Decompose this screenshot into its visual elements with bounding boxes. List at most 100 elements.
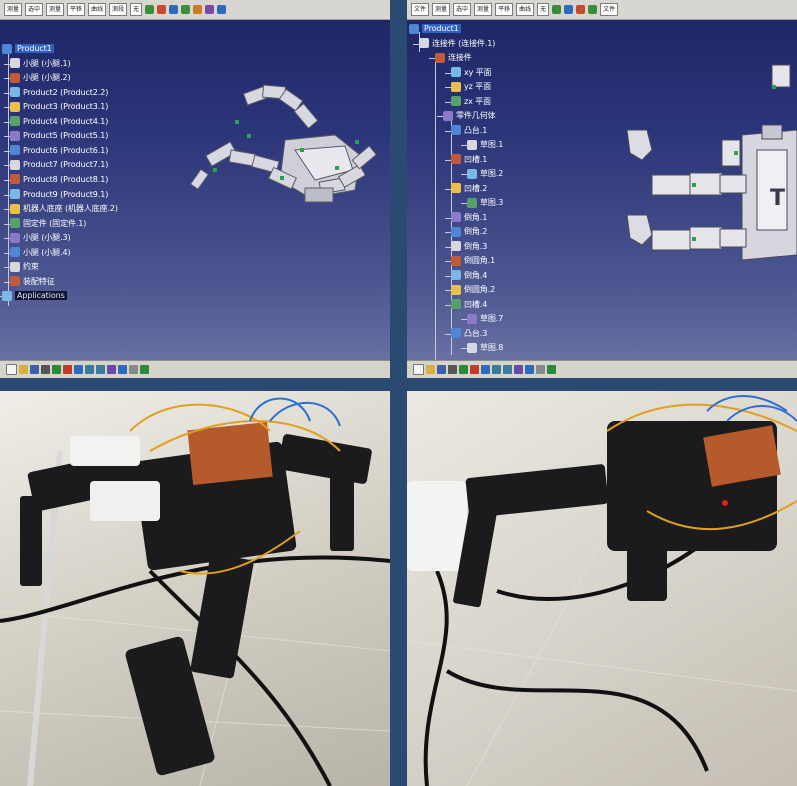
tree-node[interactable]: 约束	[10, 260, 39, 273]
tree-node[interactable]: 倒角.1	[451, 211, 487, 224]
open-icon[interactable]	[19, 365, 28, 374]
toolbar-combo[interactable]: 无	[537, 3, 550, 16]
toolbar-combo[interactable]: 平移	[67, 3, 86, 16]
tool-icon[interactable]	[193, 5, 203, 14]
tree-node-icon	[10, 232, 20, 243]
tree-node[interactable]: 连接件	[435, 51, 472, 64]
tree-node[interactable]: 倒圆角.2	[451, 283, 495, 296]
save-icon[interactable]	[437, 365, 446, 374]
zoom-out-icon[interactable]	[503, 365, 512, 374]
tree-node[interactable]: 凹槽.1	[451, 153, 487, 166]
toolbar-combo[interactable]: 测量	[432, 3, 451, 16]
tool-icon[interactable]	[552, 5, 562, 14]
tree-node[interactable]: Product7 (Product7.1)	[10, 158, 108, 171]
toolbar-combo[interactable]: 测量	[4, 3, 23, 16]
tree-node[interactable]: 草图.2	[467, 167, 503, 180]
swap-icon[interactable]	[140, 365, 149, 374]
tree-node[interactable]: zx 平面	[451, 95, 491, 108]
shading-icon[interactable]	[118, 365, 127, 374]
tree-node[interactable]: Product8 (Product8.1)	[10, 173, 108, 186]
toolbar-combo[interactable]: 曲线	[516, 3, 535, 16]
zoom-in-icon[interactable]	[85, 365, 94, 374]
toolbar-combo[interactable]: 测量	[474, 3, 493, 16]
tool-icon[interactable]	[157, 5, 167, 14]
tool-icon[interactable]	[576, 5, 586, 14]
zoom-in-icon[interactable]	[492, 365, 501, 374]
tree-node[interactable]: 小腿 (小腿.2)	[10, 71, 71, 84]
fit-all-icon[interactable]	[52, 365, 61, 374]
rotate-icon[interactable]	[74, 365, 83, 374]
tree-node[interactable]: Product1	[2, 42, 54, 55]
toolbar-combo[interactable]: 选中	[453, 3, 472, 16]
fit-all-icon[interactable]	[459, 365, 468, 374]
print-icon[interactable]	[41, 365, 50, 374]
open-icon[interactable]	[426, 365, 435, 374]
tool-icon[interactable]	[181, 5, 191, 14]
tree-node[interactable]: 凹槽.2	[451, 182, 487, 195]
tree-node[interactable]: 倒角.3	[451, 240, 487, 253]
tool-icon[interactable]	[205, 5, 215, 14]
tool-icon[interactable]	[564, 5, 574, 14]
shading-icon[interactable]	[525, 365, 534, 374]
tree-node[interactable]: Product2 (Product2.2)	[10, 86, 108, 99]
toolbar-combo[interactable]: 平移	[495, 3, 514, 16]
tree-node-label: 小腿 (小腿.4)	[23, 247, 71, 257]
toolbar-combo[interactable]: 文件	[411, 3, 430, 16]
tree-node[interactable]: 倒角.4	[451, 269, 487, 282]
toolbar-combo[interactable]: 选中	[25, 3, 44, 16]
tree-node-label: 倒角.2	[464, 227, 488, 236]
tree-node[interactable]: Product6 (Product6.1)	[10, 144, 108, 157]
save-icon[interactable]	[30, 365, 39, 374]
toolbar-combo[interactable]: 无	[130, 3, 143, 16]
tree-node[interactable]: 小腿 (小腿.1)	[10, 57, 71, 70]
tree-node[interactable]: Product3 (Product3.1)	[10, 100, 108, 113]
tree-node[interactable]: 倒圆角.1	[451, 254, 495, 267]
tool-icon[interactable]	[145, 5, 155, 14]
tree-node[interactable]: 草图.8	[467, 341, 503, 354]
tool-icon[interactable]	[217, 5, 227, 14]
tree-node[interactable]: 凸台.1	[451, 124, 487, 137]
tree-node[interactable]: Applications	[2, 289, 67, 302]
rotate-icon[interactable]	[481, 365, 490, 374]
tool-icon[interactable]	[169, 5, 179, 14]
view-icon[interactable]	[107, 365, 116, 374]
assembly-3d-model[interactable]	[185, 80, 390, 220]
tool-icon[interactable]	[588, 5, 598, 14]
tree-node[interactable]: 草图.1	[467, 138, 503, 151]
tree-node[interactable]: 凹槽.4	[451, 298, 487, 311]
tree-node[interactable]: Product1	[409, 22, 461, 35]
print-icon[interactable]	[448, 365, 457, 374]
tree-node-icon	[10, 58, 20, 69]
hide-icon[interactable]	[536, 365, 545, 374]
pan-icon[interactable]	[63, 365, 72, 374]
tree-node[interactable]: 小腿 (小腿.3)	[10, 231, 71, 244]
new-icon[interactable]	[6, 364, 17, 375]
tree-node[interactable]: yz 平面	[451, 80, 491, 93]
swap-icon[interactable]	[547, 365, 556, 374]
new-icon[interactable]	[413, 364, 424, 375]
tree-node[interactable]: 草图.7	[467, 312, 503, 325]
pan-icon[interactable]	[470, 365, 479, 374]
tree-node[interactable]: 小腿 (小腿.4)	[10, 246, 71, 259]
tree-node[interactable]: 凸台.3	[451, 327, 487, 340]
tree-node[interactable]: 装配特征	[10, 275, 55, 288]
tree-node[interactable]: Product9 (Product9.1)	[10, 188, 108, 201]
hide-icon[interactable]	[129, 365, 138, 374]
tree-node[interactable]: 机器人底座 (机器人底座.2)	[10, 202, 118, 215]
part-3d-model[interactable]: T	[622, 55, 797, 275]
tree-node[interactable]: Product5 (Product5.1)	[10, 129, 108, 142]
tree-node-icon	[451, 270, 461, 280]
tree-node[interactable]: 固定件 (固定件.1)	[10, 217, 86, 230]
zoom-out-icon[interactable]	[96, 365, 105, 374]
tree-node[interactable]: 倒角.2	[451, 225, 487, 238]
tree-node[interactable]: xy 平面	[451, 66, 492, 79]
tree-node[interactable]: 连接件 (连接件.1)	[419, 37, 495, 50]
tree-node[interactable]: 草图.3	[467, 196, 503, 209]
tree-node[interactable]: Product4 (Product4.1)	[10, 115, 108, 128]
toolbar-combo[interactable]: 测量	[46, 3, 65, 16]
toolbar-combo[interactable]: 文件	[600, 3, 619, 16]
view-icon[interactable]	[514, 365, 523, 374]
toolbar-combo[interactable]: 测段	[109, 3, 128, 16]
toolbar-combo[interactable]: 曲线	[88, 3, 107, 16]
tree-node[interactable]: 零件几何体	[443, 109, 496, 122]
